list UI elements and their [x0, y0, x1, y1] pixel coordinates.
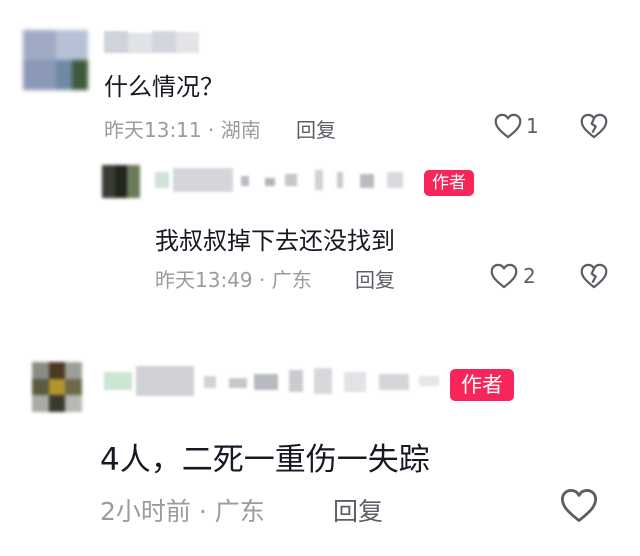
- reply-button[interactable]: 回复: [333, 492, 383, 528]
- dislike-button[interactable]: [580, 113, 610, 141]
- avatar[interactable]: [32, 362, 82, 412]
- author-badge: 作者: [450, 369, 514, 401]
- avatar[interactable]: [102, 165, 140, 198]
- like-count: 2: [523, 264, 536, 288]
- heart-outline-icon: [490, 263, 518, 289]
- like-button[interactable]: 2: [490, 263, 542, 291]
- avatar[interactable]: [23, 30, 88, 90]
- like-button[interactable]: [560, 488, 600, 524]
- heart-outline-icon: [494, 113, 522, 139]
- reply-button[interactable]: 回复: [296, 114, 336, 143]
- reply-button[interactable]: 回复: [355, 264, 395, 293]
- username-blurred[interactable]: [104, 366, 444, 396]
- username-blurred[interactable]: [155, 168, 420, 192]
- reply-meta: 昨天13:49 · 广东: [155, 268, 312, 292]
- reply-text: 我叔叔掉下去还没找到: [155, 227, 395, 255]
- broken-heart-icon: [580, 263, 608, 289]
- heart-outline-icon: [560, 489, 598, 522]
- like-button[interactable]: 1: [494, 113, 544, 141]
- dislike-button[interactable]: [580, 263, 610, 291]
- comment-meta: 昨天13:11 · 湖南: [104, 118, 261, 142]
- like-count: 1: [526, 114, 539, 138]
- comment-meta: 2小时前 · 广东: [100, 497, 265, 526]
- username-blurred[interactable]: [104, 31, 199, 53]
- author-badge: 作者: [424, 170, 474, 196]
- broken-heart-icon: [580, 113, 608, 139]
- comment-text: 什么情况？: [104, 73, 224, 101]
- comment-text: 4人，二死一重伤一失踪: [100, 442, 430, 478]
